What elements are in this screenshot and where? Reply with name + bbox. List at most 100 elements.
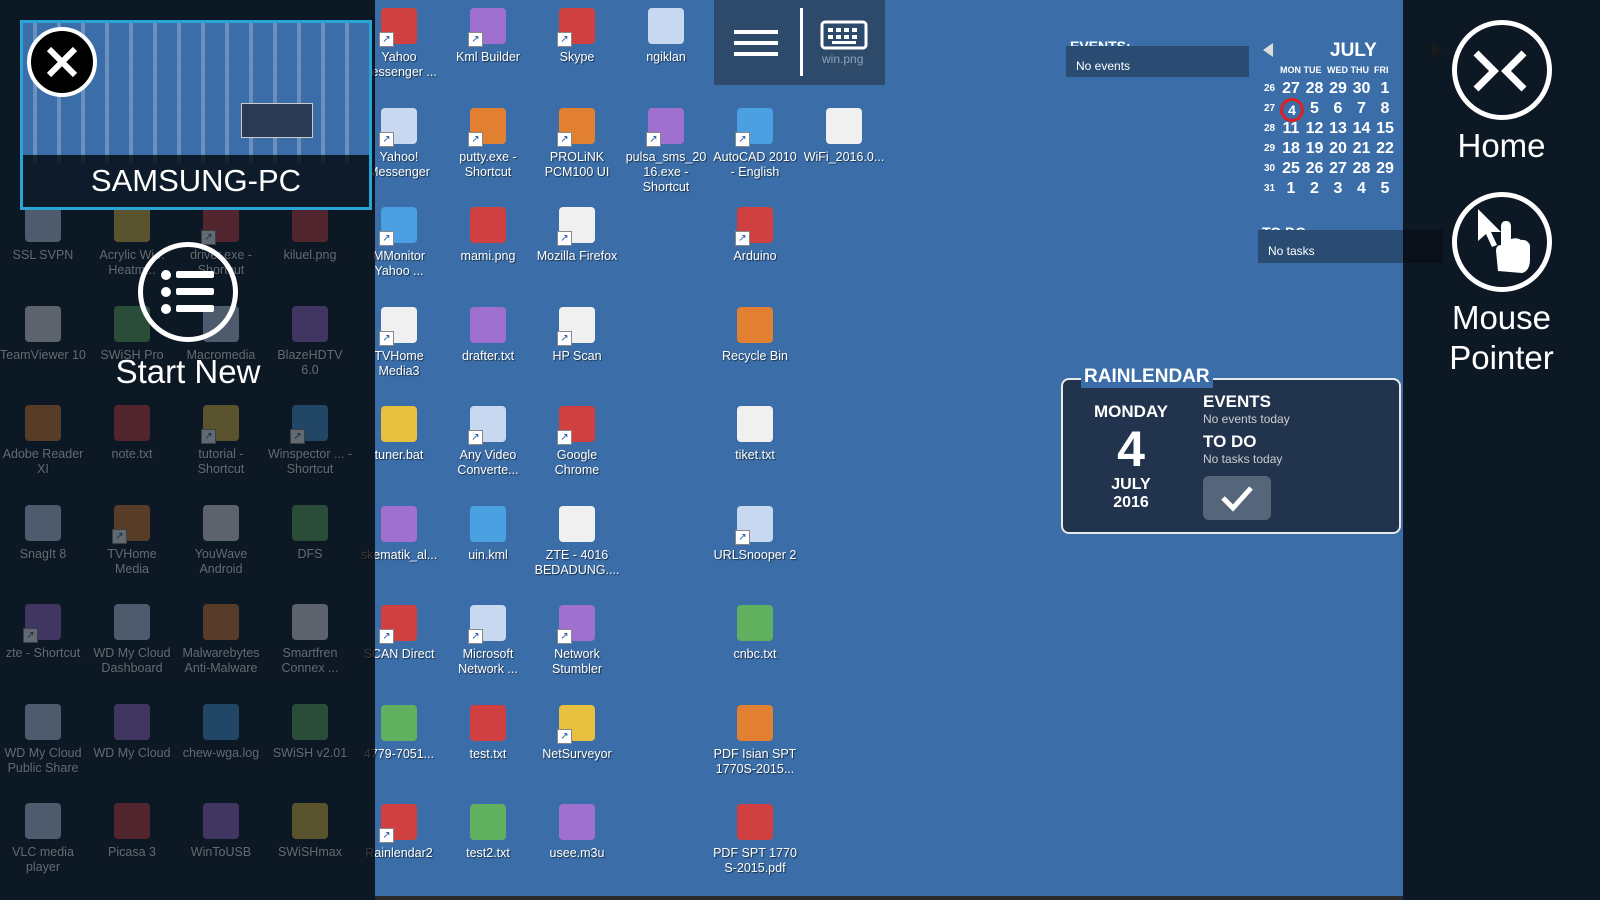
calendar-day[interactable]: 4 (1280, 98, 1304, 122)
calendar-day[interactable]: 19 (1304, 140, 1326, 158)
desktop-icon[interactable]: Skype (534, 8, 620, 65)
desktop-icon[interactable]: PDF Isian SPT 1770S-2015... (712, 704, 798, 777)
weekday-label: MON (1280, 65, 1301, 75)
calendar-day[interactable]: 2 (1304, 180, 1326, 198)
calendar-day[interactable]: 20 (1327, 140, 1349, 158)
desktop-icon[interactable]: PDF SPT 1770 S-2015.pdf (712, 804, 798, 876)
desktop-icon[interactable]: zte - Shortcut (0, 604, 86, 661)
desktop-icon[interactable]: chew-wga.log (178, 703, 264, 761)
calendar-day[interactable]: 27 (1280, 80, 1302, 98)
desktop-icon[interactable]: URLSnooper 2 (712, 505, 798, 563)
calendar-day[interactable]: 18 (1280, 140, 1302, 158)
desktop-icon[interactable]: AutoCAD 2010 - English (712, 107, 798, 180)
calendar-day[interactable]: 29 (1374, 160, 1396, 178)
calendar-day[interactable]: 28 (1304, 80, 1326, 98)
desktop-icon-label: test2.txt (466, 846, 510, 860)
prev-month-icon[interactable] (1262, 42, 1274, 58)
desktop-icon-label: note.txt (111, 447, 153, 461)
desktop-icon[interactable]: HP Scan (534, 306, 620, 364)
calendar-day[interactable]: 29 (1327, 80, 1349, 98)
desktop-icon[interactable]: test.txt (445, 704, 531, 762)
desktop-icon[interactable]: Network Stumbler (534, 605, 620, 677)
desktop-icon-label: SnagIt 8 (19, 546, 67, 561)
rainlendar-done-button[interactable] (1203, 476, 1271, 520)
desktop-icon[interactable]: usee.m3u (534, 804, 620, 861)
desktop-icon[interactable]: WD My Cloud Public Share (0, 703, 86, 776)
calendar-day[interactable]: 1 (1280, 180, 1302, 198)
desktop-icon[interactable]: uin.kml (445, 505, 531, 563)
home-button[interactable] (1452, 20, 1552, 120)
desktop-icon[interactable]: SnagIt 8 (0, 504, 86, 562)
calendar-day[interactable]: 26 (1304, 160, 1326, 178)
desktop-icon[interactable]: test2.txt (445, 804, 531, 861)
calendar-day[interactable]: 5 (1374, 180, 1396, 198)
desktop-icon[interactable]: Mozilla Firefox (534, 207, 620, 264)
desktop-icon[interactable]: Winspector ... - Shortcut (267, 405, 353, 477)
desktop-icon[interactable]: SSL SVPN (0, 206, 86, 263)
desktop-icon-label: Google Chrome (554, 448, 600, 477)
calendar-day[interactable]: 8 (1374, 100, 1396, 118)
desktop-icon[interactable]: putty.exe - Shortcut (445, 107, 531, 180)
desktop-icon[interactable]: Adobe Reader XI (0, 405, 86, 477)
app-icon (470, 505, 506, 542)
desktop-icon[interactable]: SWiSH v2.01 (267, 703, 353, 761)
calendar-day[interactable]: 21 (1351, 140, 1373, 158)
desktop-icon[interactable]: Google Chrome (534, 406, 620, 478)
desktop-icon[interactable]: VLC media player (0, 803, 86, 875)
desktop-icon[interactable]: Recycle Bin (712, 306, 798, 364)
desktop-icon[interactable]: ngiklan (623, 8, 709, 65)
desktop-icon[interactable]: drafter.txt (445, 306, 531, 364)
calendar-day[interactable]: 15 (1374, 120, 1396, 138)
desktop-icon[interactable]: Malwarebytes Anti-Malware (178, 604, 264, 676)
desktop-icon[interactable]: TVHome Media (89, 504, 175, 577)
desktop-icon[interactable]: WinToUSB (178, 803, 264, 860)
desktop-icon-label: tutorial - Shortcut (197, 447, 245, 476)
calendar-day[interactable]: 1 (1374, 80, 1396, 98)
desktop-icon[interactable]: pulsa_sms_2016.exe - Shortcut (623, 107, 709, 195)
desktop-icon[interactable]: mami.png (445, 207, 531, 264)
calendar-day[interactable]: 7 (1351, 100, 1373, 118)
rainlendar-events-text: No events today (1203, 412, 1290, 426)
desktop-icon[interactable]: SWiSHmax (267, 803, 353, 860)
calendar-day[interactable]: 4 (1351, 180, 1373, 198)
desktop-icon[interactable]: Smartfren Connex ... (267, 604, 353, 676)
app-icon (114, 803, 150, 839)
desktop-icon[interactable]: ZTE - 4016 BEDADUNG.... (534, 505, 620, 578)
calendar-day[interactable]: 25 (1280, 160, 1302, 178)
calendar-day[interactable]: 12 (1304, 120, 1326, 138)
calendar-day[interactable]: 27 (1327, 160, 1349, 178)
desktop-icon[interactable]: Microsoft Network ... (445, 605, 531, 677)
calendar-day[interactable]: 6 (1327, 100, 1349, 118)
desktop-icon[interactable]: YouWave Android (178, 504, 264, 577)
desktop-icon[interactable]: cnbc.txt (712, 605, 798, 662)
calendar-day[interactable]: 22 (1374, 140, 1396, 158)
calendar-day[interactable]: 13 (1327, 120, 1349, 138)
calendar-day[interactable]: 5 (1304, 100, 1326, 118)
desktop-icon[interactable]: Any Video Converte... (445, 406, 531, 478)
desktop-icon[interactable]: note.txt (89, 405, 175, 462)
desktop-icon[interactable]: PROLiNK PCM100 UI (534, 107, 620, 180)
desktop-icon[interactable]: kiluel.png (267, 206, 353, 263)
mouse-pointer-button[interactable] (1452, 192, 1552, 292)
close-session-button[interactable] (27, 27, 97, 97)
desktop-icon[interactable]: tutorial - Shortcut (178, 405, 264, 477)
calendar-day[interactable]: 28 (1351, 160, 1373, 178)
calendar-day[interactable]: 11 (1280, 120, 1302, 138)
start-new-button[interactable] (138, 242, 238, 342)
calendar-day[interactable]: 30 (1351, 80, 1373, 98)
desktop-icon[interactable]: WD My Cloud Dashboard (89, 604, 175, 676)
desktop-icon[interactable]: Picasa 3 (89, 803, 175, 860)
desktop-icon[interactable]: tiket.txt (712, 406, 798, 463)
desktop-icon[interactable]: WiFi_2016.0... (801, 107, 887, 165)
desktop-icon[interactable]: Arduino (712, 207, 798, 264)
desktop-icon[interactable]: NetSurveyor (534, 704, 620, 762)
todo-text: No tasks (1268, 244, 1315, 258)
desktop-icon[interactable]: WD My Cloud (89, 703, 175, 761)
desktop-icon[interactable]: TeamViewer 10 (0, 305, 86, 363)
desktop-icon[interactable]: Kml Builder (445, 8, 531, 65)
calendar-day[interactable]: 14 (1351, 120, 1373, 138)
app-icon (468, 107, 506, 147)
desktop-icon[interactable]: DFS (267, 504, 353, 562)
menu-button[interactable] (732, 22, 780, 62)
calendar-day[interactable]: 3 (1327, 180, 1349, 198)
